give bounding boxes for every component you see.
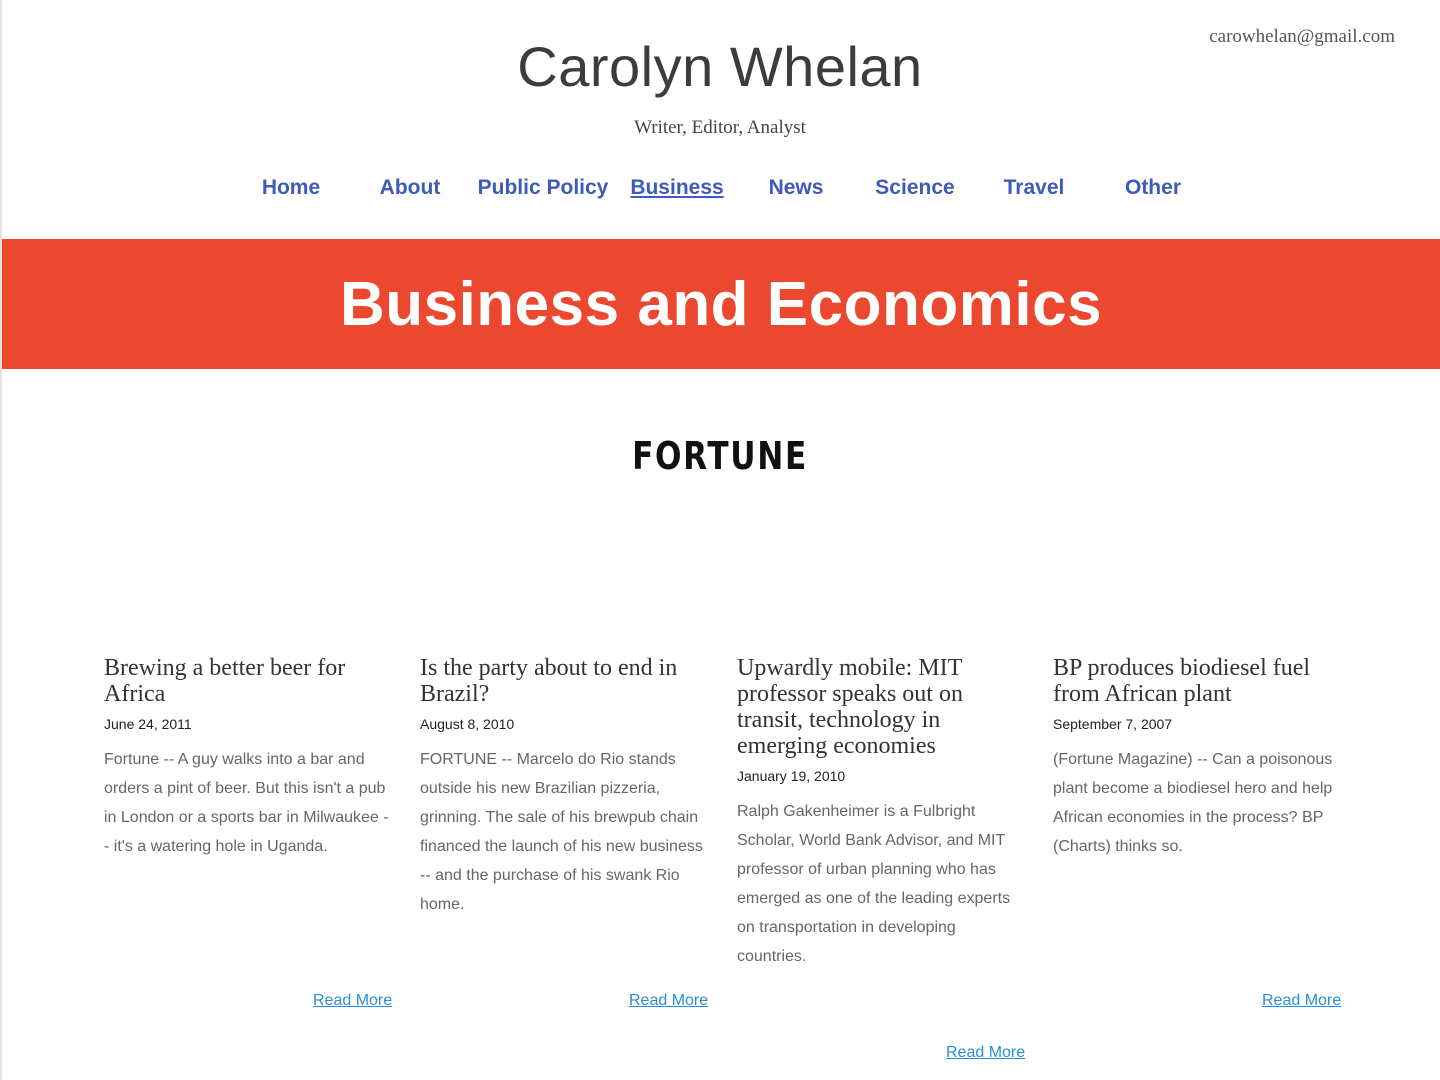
article-excerpt: Ralph Gakenheimer is a Fulbright Scholar…	[737, 803, 1011, 965]
article-excerpt: Fortune -- A guy walks into a bar and or…	[104, 751, 389, 855]
article-card: Brewing a better beer for Africa June 24…	[104, 655, 391, 861]
article-card: BP produces biodiesel fuel from African …	[1053, 655, 1340, 861]
main-navigation: Home About Public Policy Business News S…	[0, 176, 1440, 208]
article-date: January 19, 2010	[737, 768, 846, 784]
nav-item-home[interactable]: Home	[236, 176, 346, 200]
article-date: August 8, 2010	[420, 716, 515, 732]
read-more-link[interactable]: Read More	[629, 992, 708, 1010]
article-title[interactable]: Upwardly mobile: MIT professor speaks ou…	[737, 655, 1024, 759]
article-excerpt: (Fortune Magazine) -- Can a poisonous pl…	[1053, 751, 1333, 855]
nav-item-science[interactable]: Science	[860, 176, 970, 200]
site-title[interactable]: Carolyn Whelan	[0, 34, 1440, 99]
nav-item-other[interactable]: Other	[1098, 176, 1208, 200]
article-title[interactable]: Is the party about to end in Brazil?	[420, 655, 707, 707]
nav-item-travel[interactable]: Travel	[979, 176, 1089, 200]
nav-item-public-policy[interactable]: Public Policy	[463, 176, 623, 200]
page-left-border	[0, 0, 2, 1080]
read-more-link[interactable]: Read More	[313, 992, 392, 1010]
article-title[interactable]: BP produces biodiesel fuel from African …	[1053, 655, 1340, 707]
fortune-logo: FORTUNE	[632, 434, 808, 478]
section-banner: Business and Economics	[2, 239, 1440, 369]
article-date: June 24, 2011	[104, 716, 192, 732]
article-date: September 7, 2007	[1053, 716, 1173, 732]
read-more-link[interactable]: Read More	[1262, 992, 1341, 1010]
article-card: Upwardly mobile: MIT professor speaks ou…	[737, 655, 1024, 971]
section-title: Business and Economics	[339, 269, 1103, 339]
article-excerpt: FORTUNE -- Marcelo do Rio stands outside…	[420, 751, 703, 913]
article-card: Is the party about to end in Brazil? Aug…	[420, 655, 707, 919]
site-tagline: Writer, Editor, Analyst	[634, 117, 806, 138]
article-title[interactable]: Brewing a better beer for Africa	[104, 655, 391, 707]
nav-item-about[interactable]: About	[355, 176, 465, 200]
nav-item-news[interactable]: News	[741, 176, 851, 200]
read-more-link[interactable]: Read More	[946, 1044, 1025, 1062]
nav-item-business[interactable]: Business	[622, 176, 732, 200]
